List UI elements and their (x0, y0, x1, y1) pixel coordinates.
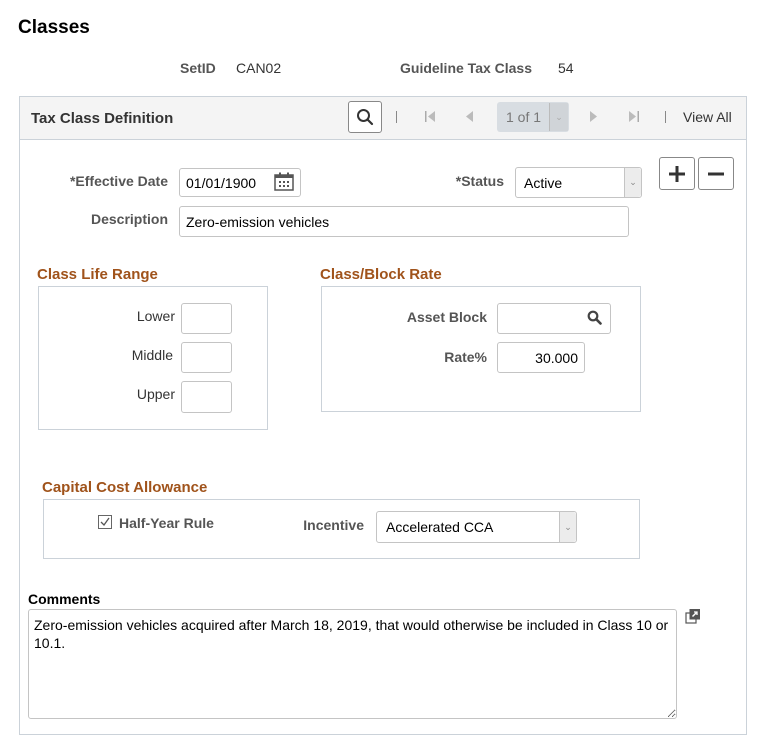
setid-value: CAN02 (236, 60, 282, 76)
chevron-down-icon: ⌄ (555, 111, 563, 122)
last-page-icon (629, 111, 639, 122)
status-label: *Status (455, 173, 504, 189)
expand-icon (685, 609, 700, 624)
half-year-rule-checkbox[interactable] (98, 515, 112, 529)
upper-field[interactable] (181, 381, 232, 413)
next-button[interactable] (589, 110, 598, 128)
middle-field[interactable] (181, 342, 232, 373)
find-button[interactable] (348, 101, 382, 133)
add-row-button[interactable] (659, 157, 695, 190)
last-page-button[interactable] (628, 110, 640, 128)
comments-textarea[interactable] (28, 609, 677, 719)
chevron-down-icon: ⌄ (559, 512, 576, 542)
class-life-range-title: Class Life Range (37, 266, 158, 283)
tax-class-value: 54 (558, 60, 574, 76)
incentive-value: Accelerated CCA (386, 519, 494, 535)
tax-class-label: Guideline Tax Class (400, 60, 533, 76)
chevron-down-icon: ⌄ (624, 168, 641, 197)
description-value: Zero-emission vehicles (186, 213, 330, 230)
rate-label: Rate% (444, 349, 487, 365)
rate-value: 30.000 (535, 349, 578, 366)
comments-label: Comments (28, 591, 101, 607)
incentive-label: Incentive (303, 517, 364, 533)
page-title: Classes (18, 17, 90, 38)
minus-icon (708, 172, 724, 175)
status-select[interactable]: Active ⌄ (515, 167, 642, 198)
separator (665, 111, 666, 123)
lower-field[interactable] (181, 303, 232, 334)
checkmark-icon (100, 517, 110, 527)
next-icon (590, 111, 597, 122)
effective-date-value: 01/01/1900 (186, 174, 257, 191)
upper-label: Upper (136, 386, 175, 402)
delete-row-button[interactable] (698, 157, 734, 190)
lower-label: Lower (136, 308, 175, 324)
search-icon (357, 109, 374, 126)
description-field[interactable]: Zero-emission vehicles (179, 206, 629, 237)
first-page-button[interactable] (424, 110, 436, 128)
first-page-icon (425, 111, 435, 122)
calendar-icon (274, 172, 294, 191)
middle-label: Middle (131, 347, 173, 363)
previous-button[interactable] (465, 110, 474, 128)
rate-field[interactable]: 30.000 (497, 342, 585, 373)
effective-date-label: *Effective Date (69, 173, 168, 189)
cca-title: Capital Cost Allowance (42, 479, 208, 496)
pager-text: 1 of 1 (506, 109, 542, 125)
view-all-link[interactable]: View All (683, 109, 732, 125)
description-label: Description (90, 211, 168, 227)
expand-comments-button[interactable] (685, 608, 701, 629)
asset-block-lookup-button[interactable] (587, 310, 602, 330)
class-block-rate-title: Class/Block Rate (320, 266, 442, 283)
setid-label: SetID (180, 60, 216, 76)
search-icon (587, 310, 602, 325)
incentive-select[interactable]: Accelerated CCA ⌄ (376, 511, 577, 543)
pager-dropdown[interactable]: ⌄ (549, 103, 568, 131)
plus-icon (669, 165, 685, 182)
status-value: Active (524, 174, 563, 191)
asset-block-label: Asset Block (406, 309, 487, 325)
calendar-button[interactable] (274, 172, 294, 196)
separator (396, 111, 397, 123)
previous-icon (466, 111, 473, 122)
grid-title: Tax Class Definition (31, 110, 174, 127)
half-year-rule-label: Half-Year Rule (119, 515, 214, 531)
